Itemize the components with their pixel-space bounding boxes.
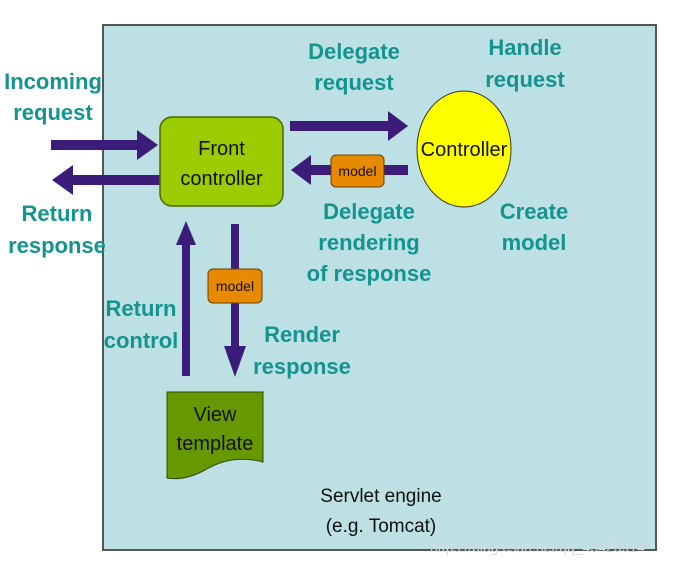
controller-label: Controller <box>421 139 508 161</box>
front-controller-label-line1: Front <box>198 138 245 160</box>
front-controller-box <box>159 116 284 207</box>
incoming-request-label-line1: Incoming <box>4 69 102 94</box>
create-model-label-line1: Create <box>500 199 568 224</box>
delegate-rendering-label: Delegate rendering of response <box>307 199 432 286</box>
delegate-request-label-line2: request <box>314 70 394 95</box>
delegate-rendering-label-line3: of response <box>307 261 432 286</box>
servlet-engine-caption-line1: Servlet engine <box>320 486 441 507</box>
create-model-label-line2: model <box>502 230 567 255</box>
controller-node: Controller <box>416 90 512 208</box>
handle-request-label-line1: Handle <box>488 35 561 60</box>
model-badge-bottom: model <box>207 268 263 304</box>
return-control-label-line2: control <box>104 328 179 353</box>
servlet-engine-caption-line2: (e.g. Tomcat) <box>326 516 437 537</box>
delegate-request-label-line1: Delegate <box>308 39 400 64</box>
front-controller-node: Front controller <box>159 116 284 207</box>
incoming-request-label: Incoming request <box>4 69 102 125</box>
view-template-label-line2: template <box>177 433 254 455</box>
model-badge-top: model <box>330 154 385 188</box>
front-controller-label-line2: controller <box>180 168 263 190</box>
render-response-label-line2: response <box>253 354 351 379</box>
delegate-rendering-label-line2: rendering <box>318 230 419 255</box>
delegate-rendering-label-line1: Delegate <box>323 199 415 224</box>
render-response-label-line1: Render <box>264 322 340 347</box>
model-badge-top-label: model <box>338 163 376 179</box>
handle-request-label-line2: request <box>485 67 565 92</box>
model-badge-bottom-label: model <box>216 278 254 294</box>
watermark: https://blog.csdn.net/qq_43425914 <box>430 539 645 555</box>
incoming-request-label-line2: request <box>13 100 93 125</box>
view-template-label-line1: View <box>194 404 238 426</box>
return-response-label-line1: Return <box>22 201 93 226</box>
return-control-label-line1: Return <box>106 296 177 321</box>
return-response-label-line2: response <box>8 233 106 258</box>
front-controller-diagram: Front controller Controller model model … <box>4 24 657 555</box>
return-response-label: Return response <box>8 201 106 258</box>
